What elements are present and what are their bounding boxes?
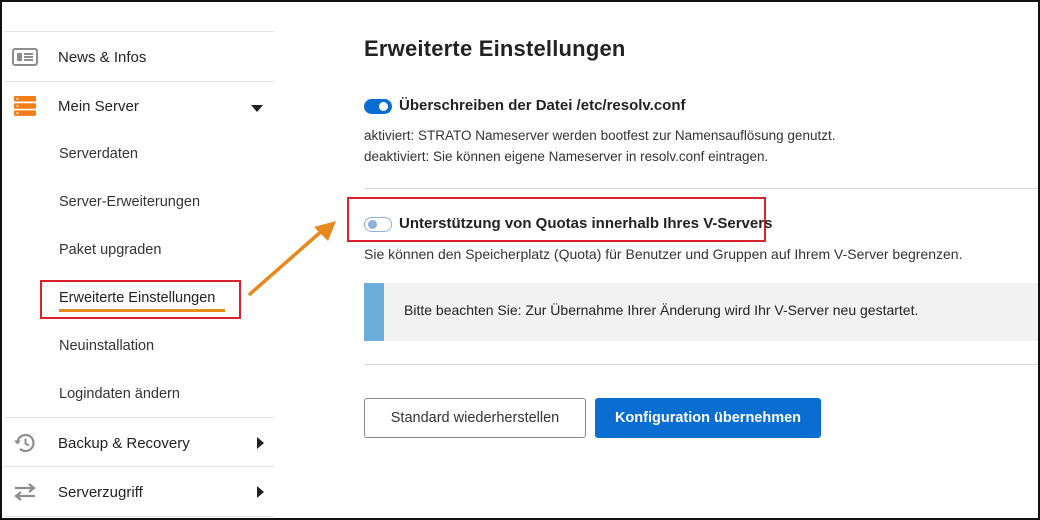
- apply-configuration-button[interactable]: Konfiguration übernehmen: [595, 398, 821, 438]
- sidebar: News & Infos Mein Server Serverdaten Ser…: [4, 4, 274, 518]
- history-icon: [12, 432, 38, 454]
- sidebar-item-server[interactable]: Mein Server: [4, 93, 274, 119]
- annotation-arrow-icon: [248, 221, 336, 296]
- section-divider: [364, 188, 1038, 189]
- sidebar-subitem-logindaten[interactable]: Logindaten ändern: [59, 386, 180, 402]
- notice-text: Bitte beachten Sie: Zur Übernahme Ihrer …: [404, 302, 919, 318]
- sidebar-item-label: News & Infos: [58, 48, 147, 66]
- sidebar-item-label: Mein Server: [58, 97, 139, 115]
- swap-arrows-icon: [12, 481, 38, 503]
- sidebar-subitem-paket-upgraden[interactable]: Paket upgraden: [59, 242, 161, 258]
- resolv-conf-label: Überschreiben der Datei /etc/resolv.conf: [399, 97, 686, 114]
- notice-accent-bar: [364, 283, 384, 341]
- resolv-conf-desc-active: aktiviert: STRATO Nameserver werden boot…: [364, 128, 836, 143]
- sidebar-subitem-server-erweiterungen[interactable]: Server-Erweiterungen: [59, 194, 200, 210]
- screenshot-frame: News & Infos Mein Server Serverdaten Ser…: [0, 0, 1040, 520]
- resolv-conf-toggle[interactable]: [364, 99, 392, 114]
- sidebar-divider: [4, 466, 274, 467]
- sidebar-item-access[interactable]: Serverzugriff: [4, 479, 274, 505]
- server-stack-icon: [12, 95, 38, 117]
- sidebar-item-news[interactable]: News & Infos: [4, 44, 274, 70]
- chevron-down-icon[interactable]: [251, 100, 263, 117]
- toggle-knob: [379, 102, 388, 111]
- sidebar-subitem-neuinstallation[interactable]: Neuinstallation: [59, 338, 154, 354]
- quota-label: Unterstützung von Quotas innerhalb Ihres…: [399, 215, 773, 232]
- sidebar-item-label: Serverzugriff: [58, 483, 143, 501]
- section-divider: [364, 364, 1038, 365]
- page-title: Erweiterte Einstellungen: [364, 36, 626, 61]
- sidebar-divider: [4, 81, 274, 82]
- sidebar-divider: [4, 417, 274, 418]
- restart-notice: Bitte beachten Sie: Zur Übernahme Ihrer …: [364, 283, 1038, 341]
- chevron-right-icon[interactable]: [257, 485, 265, 502]
- chevron-right-icon[interactable]: [257, 436, 265, 453]
- sidebar-item-backup[interactable]: Backup & Recovery: [4, 430, 274, 456]
- sidebar-item-label: Backup & Recovery: [58, 434, 190, 452]
- quota-desc: Sie können den Speicherplatz (Quota) für…: [364, 246, 963, 262]
- reset-defaults-button[interactable]: Standard wiederherstellen: [364, 398, 586, 438]
- toggle-knob: [368, 220, 377, 229]
- resolv-conf-desc-inactive: deaktiviert: Sie können eigene Nameserve…: [364, 149, 769, 164]
- sidebar-subitem-erweiterte-einstellungen[interactable]: Erweiterte Einstellungen: [59, 290, 215, 306]
- sidebar-divider: [4, 31, 274, 32]
- active-item-underline: [59, 309, 225, 312]
- sidebar-divider: [4, 516, 274, 517]
- main-content: Erweiterte Einstellungen Überschreiben d…: [347, 4, 1038, 518]
- quota-toggle[interactable]: [364, 217, 392, 232]
- newspaper-icon: [12, 46, 38, 68]
- sidebar-subitem-serverdaten[interactable]: Serverdaten: [59, 146, 138, 162]
